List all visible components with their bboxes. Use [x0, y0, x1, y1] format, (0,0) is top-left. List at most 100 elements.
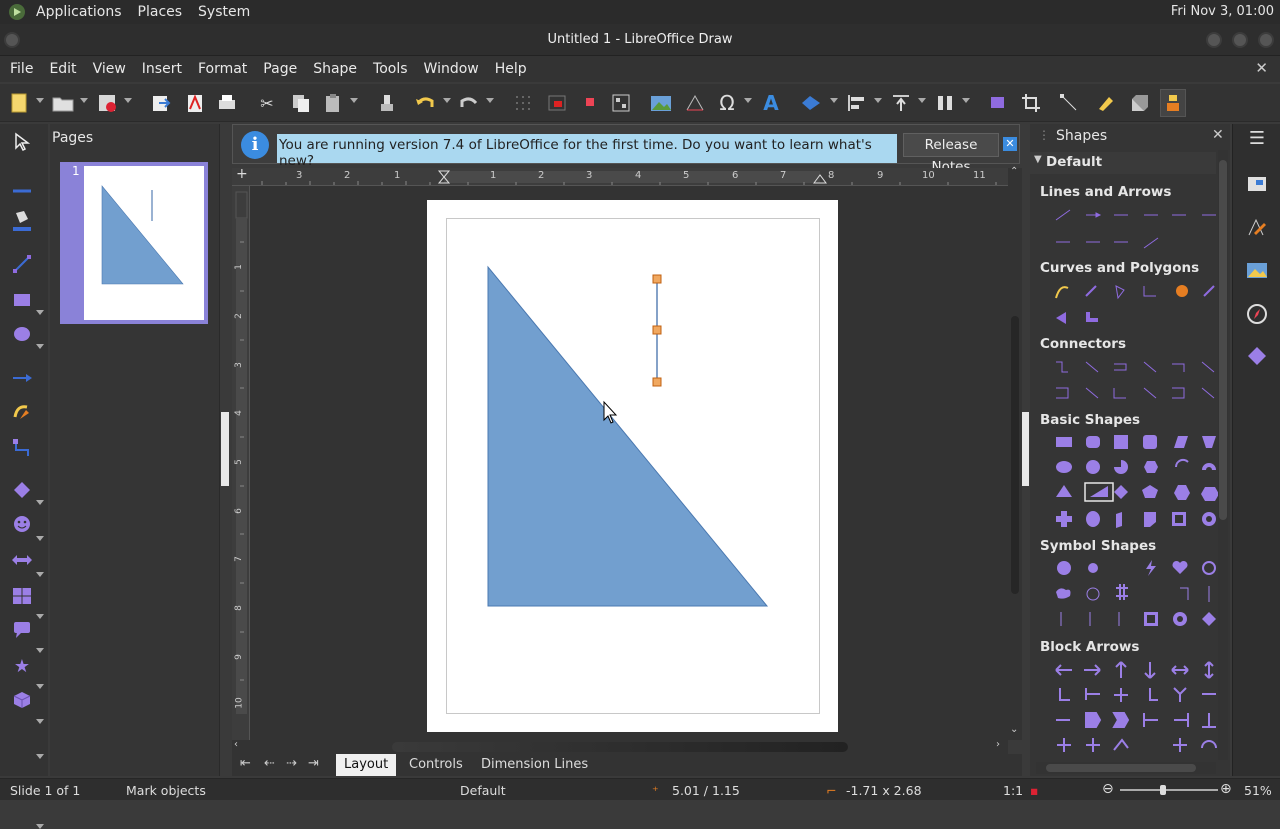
first-page-icon[interactable]: ⇤ — [240, 756, 251, 771]
styles-icon[interactable] — [1243, 214, 1271, 242]
align-icon[interactable] — [846, 92, 868, 114]
document-modified-icon[interactable]: ▪ — [1030, 783, 1038, 798]
copy-icon[interactable] — [290, 92, 312, 114]
vertical-scrollbar[interactable]: ⌃ ⌄ — [1008, 166, 1022, 740]
callouts-icon[interactable] — [8, 618, 36, 642]
next-page-icon[interactable]: ⇢ — [286, 756, 297, 771]
symbol-shapes-dropdown-icon[interactable] — [36, 648, 44, 653]
tab-dimension-lines[interactable]: Dimension Lines — [473, 754, 596, 776]
connectors-dropdown-icon[interactable] — [36, 572, 44, 577]
scroll-left-icon[interactable]: ‹ — [234, 739, 238, 750]
toggle-extrusion-icon[interactable] — [1128, 92, 1150, 114]
undo-icon[interactable] — [414, 92, 436, 114]
grid-icon[interactable] — [512, 92, 534, 114]
flowchart-dropdown-icon[interactable] — [36, 719, 44, 724]
scroll-down-icon[interactable]: ⌄ — [1010, 724, 1018, 735]
vertical-ruler[interactable]: 1 2 3 4 5 6 7 8 9 10 — [232, 186, 250, 740]
maximize-button[interactable] — [1232, 32, 1248, 48]
menu-file[interactable]: File — [2, 61, 41, 77]
zoom-slider-thumb[interactable] — [1160, 785, 1166, 795]
flowchart-icon[interactable] — [8, 584, 36, 608]
close-window-button[interactable] — [1258, 32, 1274, 48]
tab-layout[interactable]: Layout — [336, 754, 397, 776]
sidebar-collapse-handle[interactable] — [1021, 412, 1029, 486]
transformations-icon[interactable] — [800, 92, 822, 114]
block-arrows-icon[interactable] — [8, 548, 36, 572]
menu-page[interactable]: Page — [255, 61, 305, 77]
clock[interactable]: Fri Nov 3, 01:00 — [1171, 4, 1274, 19]
menu-system[interactable]: System — [190, 4, 258, 20]
selection-handle[interactable] — [652, 274, 662, 284]
pages-panel-collapse-handle[interactable] — [221, 412, 229, 486]
gallery-icon[interactable] — [1243, 256, 1271, 284]
sidebar-menu-icon[interactable]: ☰ — [1243, 124, 1271, 152]
paste-icon[interactable] — [322, 92, 344, 114]
arrange-dropdown-icon[interactable] — [918, 98, 926, 103]
rectangle-tool-icon[interactable] — [8, 288, 36, 312]
zoom-percent[interactable]: 51% — [1244, 783, 1272, 798]
fill-color-icon[interactable] — [8, 208, 36, 232]
horizontal-scroll-thumb[interactable] — [392, 742, 848, 752]
new-dropdown-icon[interactable] — [36, 98, 44, 103]
menu-shape[interactable]: Shape — [305, 61, 365, 77]
zoom-slider[interactable] — [1120, 785, 1218, 795]
infobar-close-icon[interactable]: ✕ — [1003, 137, 1017, 151]
save-icon[interactable] — [96, 92, 118, 114]
lines-arrows-icon[interactable] — [8, 366, 36, 390]
distribute-icon[interactable] — [934, 92, 956, 114]
menu-places[interactable]: Places — [130, 4, 191, 20]
distribute-dropdown-icon[interactable] — [962, 98, 970, 103]
slide-indicator[interactable]: Slide 1 of 1 — [10, 783, 80, 798]
special-character-icon[interactable]: Ω — [716, 91, 738, 115]
tab-controls[interactable]: Controls — [401, 754, 471, 776]
glue-points-icon[interactable] — [1094, 92, 1116, 114]
selection-handle[interactable] — [652, 377, 662, 387]
3d-objects-icon[interactable] — [8, 688, 36, 712]
lines-arrows-dropdown-icon[interactable] — [36, 500, 44, 505]
cut-icon[interactable]: ✂ — [256, 92, 278, 114]
line-color-dropdown-icon[interactable] — [36, 310, 44, 315]
selection-handle[interactable] — [652, 325, 662, 335]
callouts-dropdown-icon[interactable] — [36, 754, 44, 759]
drawing-canvas[interactable] — [250, 186, 1008, 740]
clone-formatting-icon[interactable] — [376, 92, 398, 114]
menu-format[interactable]: Format — [190, 61, 255, 77]
ellipse-tool-icon[interactable] — [8, 322, 36, 346]
menu-applications[interactable]: Applications — [28, 4, 130, 20]
print-icon[interactable] — [216, 92, 238, 114]
zoom-out-icon[interactable]: ⊖ — [1102, 781, 1114, 797]
last-page-icon[interactable]: ⇥ — [308, 756, 319, 771]
shapes-hscroll-thumb[interactable] — [1046, 764, 1196, 772]
shadow-icon[interactable] — [986, 92, 1008, 114]
scroll-up-icon[interactable]: ⌃ — [1010, 166, 1018, 177]
right-triangle-shape[interactable] — [487, 265, 769, 607]
properties-icon[interactable] — [1243, 170, 1271, 198]
shapes-scroll-thumb[interactable] — [1219, 160, 1227, 520]
scroll-right-icon[interactable]: › — [996, 739, 1000, 750]
snap-icon[interactable] — [580, 92, 602, 114]
open-dropdown-icon[interactable] — [80, 98, 88, 103]
vertical-scroll-thumb[interactable] — [1011, 316, 1019, 594]
3d-objects-dropdown-icon[interactable] — [36, 824, 44, 829]
redo-dropdown-icon[interactable] — [486, 98, 494, 103]
connectors-icon[interactable] — [8, 436, 36, 460]
default-group-header[interactable]: ▼ Default — [1030, 152, 1216, 174]
horizontal-ruler[interactable]: + 3 2 1 1 2 3 4 5 6 7 8 9 10 11 — [232, 166, 1010, 186]
open-folder-icon[interactable] — [52, 92, 74, 114]
select-tool-icon[interactable] — [8, 130, 36, 154]
helplines-icon[interactable] — [546, 92, 568, 114]
special-character-dropdown-icon[interactable] — [744, 98, 752, 103]
menu-insert[interactable]: Insert — [134, 61, 190, 77]
curves-icon[interactable] — [8, 400, 36, 424]
minimize-button[interactable] — [1206, 32, 1222, 48]
connectors-gallery[interactable] — [1052, 358, 1238, 408]
shapes-vertical-scrollbar[interactable] — [1218, 150, 1228, 760]
symbol-shapes-icon[interactable] — [8, 512, 36, 536]
stars-icon[interactable]: ★ — [8, 654, 36, 678]
block-arrows-dropdown-icon[interactable] — [36, 684, 44, 689]
transformations-dropdown-icon[interactable] — [830, 98, 838, 103]
basic-shapes-icon[interactable] — [8, 478, 36, 502]
show-draw-functions-icon[interactable] — [1160, 89, 1186, 117]
fill-color-dropdown-icon[interactable] — [36, 344, 44, 349]
menu-window[interactable]: Window — [416, 61, 487, 77]
